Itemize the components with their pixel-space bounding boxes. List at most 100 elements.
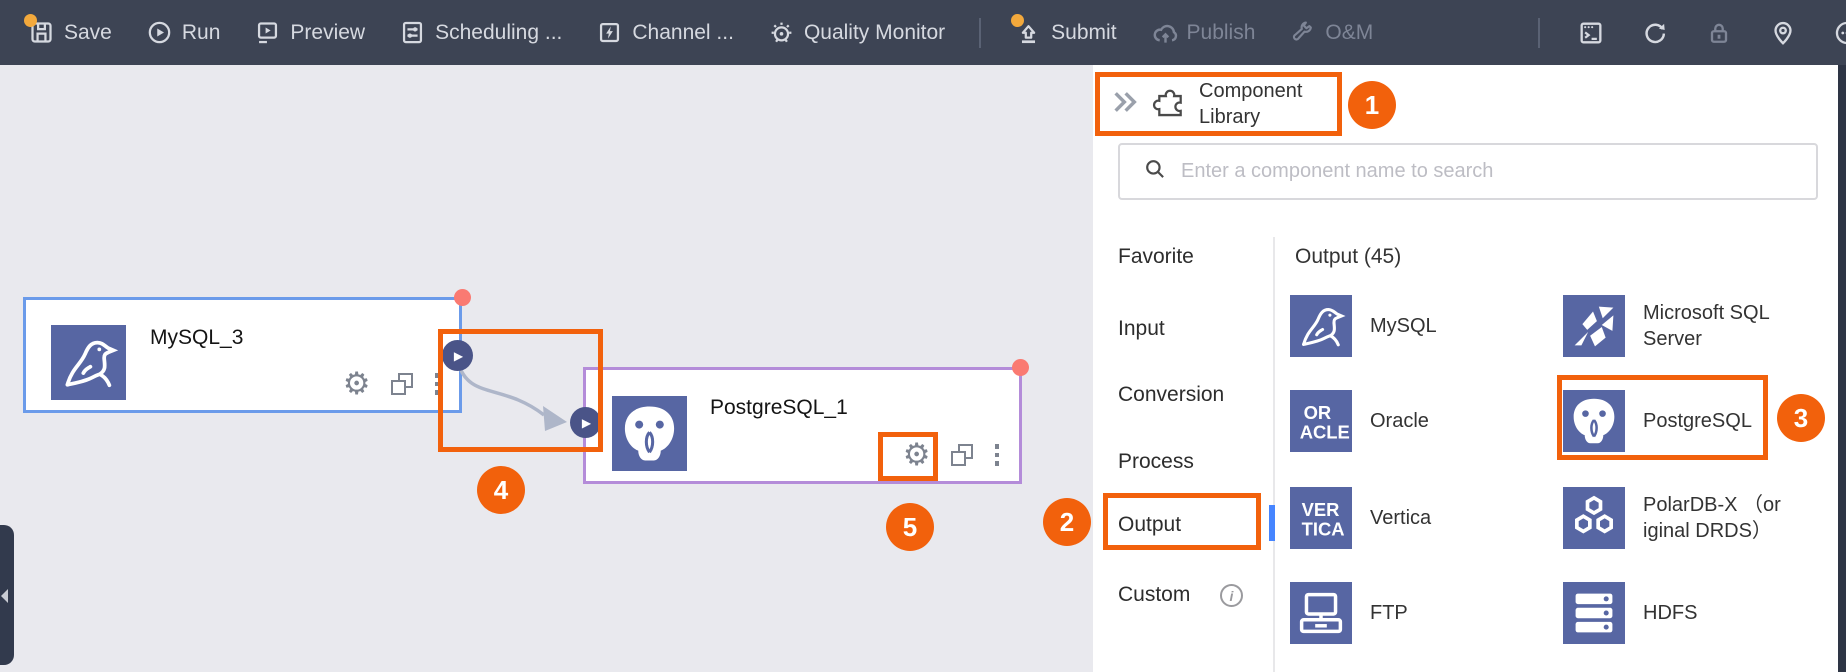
component-label: MySQL <box>1370 313 1508 339</box>
gear-icon[interactable]: ⚙ <box>903 441 931 469</box>
component-label: PolarDB-X （original DRDS） <box>1643 492 1781 544</box>
save-notification-dot <box>24 14 37 27</box>
component-library-panel: ComponentLibrary Favorite Input Conversi… <box>1093 65 1846 672</box>
submit-icon <box>1015 19 1042 46</box>
kebab-menu-icon[interactable] <box>433 371 442 397</box>
save-label: Save <box>64 21 112 45</box>
preview-button[interactable]: Preview <box>254 19 365 46</box>
component-label: FTP <box>1370 600 1508 626</box>
mysql-node-status-dot <box>454 289 471 306</box>
node-mysql-3[interactable]: MySQL_3 ⚙ <box>23 297 462 413</box>
search-input[interactable] <box>1181 160 1781 183</box>
publish-icon <box>1151 19 1178 46</box>
component-vertica[interactable]: Vertica <box>1290 487 1508 549</box>
category-input[interactable]: Input <box>1118 317 1165 341</box>
collapse-chevrons-icon[interactable] <box>1109 86 1141 123</box>
postgresql-node-icon <box>612 396 687 471</box>
component-oracle[interactable]: Oracle <box>1290 390 1508 452</box>
quality-monitor-label: Quality Monitor <box>804 21 945 45</box>
channel-label: Channel ... <box>632 21 734 45</box>
category-output[interactable]: Output <box>1118 513 1181 537</box>
component-polardb[interactable]: PolarDB-X （original DRDS） <box>1563 487 1781 549</box>
component-mysql[interactable]: MySQL <box>1290 295 1508 357</box>
publish-button[interactable]: Publish <box>1151 19 1256 46</box>
run-icon <box>146 19 173 46</box>
scheduling-label: Scheduling ... <box>435 21 562 45</box>
collapse-panel-handle[interactable] <box>0 525 14 665</box>
panel-divider <box>1273 237 1275 672</box>
gear-icon[interactable]: ⚙ <box>343 370 371 398</box>
component-ftp[interactable]: FTP <box>1290 582 1508 644</box>
scheduling-button[interactable]: Scheduling ... <box>399 19 562 46</box>
refresh-icon[interactable] <box>1641 19 1668 46</box>
mssql-icon <box>1563 295 1625 357</box>
toolbar: Save Run Preview Scheduling ... Channel … <box>0 0 1846 65</box>
node-title: MySQL_3 <box>150 326 243 350</box>
save-icon <box>28 19 55 46</box>
app-window: Save Run Preview Scheduling ... Channel … <box>0 0 1846 672</box>
save-button[interactable]: Save <box>28 19 112 46</box>
chevron-left-icon <box>1 589 8 603</box>
category-favorite[interactable]: Favorite <box>1118 245 1194 269</box>
copy-icon[interactable] <box>951 444 973 466</box>
active-category-indicator <box>1269 505 1275 541</box>
step-badge-2: 2 <box>1043 498 1091 546</box>
run-label: Run <box>182 21 221 45</box>
quality-monitor-icon <box>768 19 795 46</box>
search-icon <box>1142 156 1168 187</box>
panel-title: ComponentLibrary <box>1199 78 1302 130</box>
mysql-output-port[interactable]: ▶ <box>442 340 473 371</box>
mysql-icon <box>1290 295 1352 357</box>
channel-button[interactable]: Channel ... <box>596 19 734 46</box>
component-search <box>1118 143 1818 200</box>
step-badge-4: 4 <box>477 466 525 514</box>
polardb-icon <box>1563 487 1625 549</box>
component-label: Oracle <box>1370 408 1508 434</box>
category-conversion[interactable]: Conversion <box>1118 383 1224 407</box>
output-section-title: Output (45) <box>1295 245 1401 269</box>
toolbar-separator <box>979 18 981 48</box>
kebab-menu-icon[interactable] <box>993 442 1002 468</box>
mysql-node-icon <box>51 325 126 400</box>
component-mssql[interactable]: Microsoft SQL Server <box>1563 295 1781 357</box>
step-badge-3: 3 <box>1777 394 1825 442</box>
copy-icon[interactable] <box>391 373 413 395</box>
more-icon[interactable] <box>1833 19 1846 46</box>
vertica-icon <box>1290 487 1352 549</box>
om-wrench-icon <box>1289 19 1316 46</box>
submit-button[interactable]: Submit <box>1015 19 1116 46</box>
panel-header: ComponentLibrary <box>1095 72 1341 136</box>
component-label: PostgreSQL <box>1643 408 1781 434</box>
puzzle-icon <box>1151 83 1189 126</box>
node-title: PostgreSQL_1 <box>710 396 848 420</box>
postgresql-input-port[interactable]: ▶ <box>570 407 601 438</box>
scheduling-icon <box>399 19 426 46</box>
preview-icon <box>254 19 281 46</box>
step-badge-1: 1 <box>1348 81 1396 129</box>
publish-label: Publish <box>1187 21 1256 45</box>
run-button[interactable]: Run <box>146 19 221 46</box>
oracle-icon <box>1290 390 1352 452</box>
category-process[interactable]: Process <box>1118 450 1194 474</box>
component-postgresql[interactable]: PostgreSQL <box>1563 390 1781 452</box>
om-button[interactable]: O&M <box>1289 19 1373 46</box>
terminal-icon[interactable] <box>1577 19 1604 46</box>
lock-icon[interactable] <box>1705 19 1732 46</box>
component-label: Vertica <box>1370 505 1508 531</box>
component-hdfs[interactable]: HDFS <box>1563 582 1781 644</box>
om-label: O&M <box>1325 21 1373 45</box>
quality-monitor-button[interactable]: Quality Monitor <box>768 19 945 46</box>
info-icon[interactable]: i <box>1220 584 1243 607</box>
ftp-icon <box>1290 582 1352 644</box>
right-edge-strip[interactable] <box>1838 65 1846 672</box>
category-custom[interactable]: Custom <box>1118 583 1190 607</box>
hdfs-icon <box>1563 582 1625 644</box>
channel-icon <box>596 19 623 46</box>
location-pin-icon[interactable] <box>1769 19 1796 46</box>
toolbar-right-icons <box>1538 0 1846 65</box>
node-postgresql-1[interactable]: PostgreSQL_1 ⚙ <box>583 367 1022 484</box>
component-label: HDFS <box>1643 600 1781 626</box>
postgresql-icon <box>1563 390 1625 452</box>
toolbar-separator <box>1538 18 1540 48</box>
step-badge-5: 5 <box>886 503 934 551</box>
